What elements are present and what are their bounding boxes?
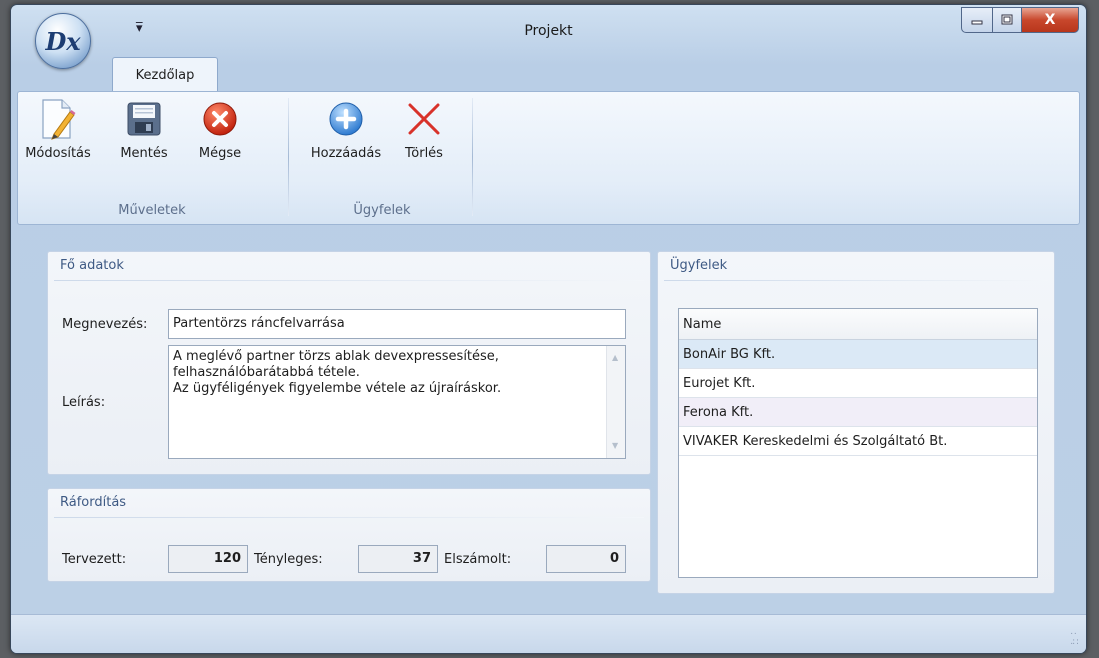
modositas-button[interactable]: Módosítás — [18, 98, 98, 161]
desc-label: Leírás: — [62, 395, 106, 410]
hozzaadas-label: Hozzáadás — [310, 146, 382, 161]
desc-line: felhasználóbarátabbá tétele. — [173, 365, 360, 380]
torles-label: Törlés — [405, 146, 443, 161]
mentes-label: Mentés — [120, 146, 168, 161]
mentes-button[interactable]: Mentés — [98, 98, 190, 161]
table-row[interactable]: Ferona Kft. — [679, 398, 1037, 427]
modositas-label: Módosítás — [25, 146, 91, 161]
desc-line: Az ügyféligények figyelembe vétele az új… — [173, 381, 502, 396]
group-separator — [472, 98, 473, 216]
billed-label: Elszámolt: — [444, 552, 512, 567]
customers-panel: Ügyfelek Name BonAir BG Kft. Eurojet Kft… — [657, 251, 1055, 594]
textarea-scrollbar[interactable]: ▲ ▼ — [606, 346, 625, 458]
content-area: Fő adatok Megnevezés: Partentörzs ráncfe… — [17, 229, 1078, 609]
panel-title: Ügyfelek — [670, 258, 728, 273]
main-data-panel: Fő adatok Megnevezés: Partentörzs ráncfe… — [47, 251, 651, 475]
actual-label: Tényleges: — [254, 552, 323, 567]
billed-value[interactable]: 0 — [546, 545, 626, 573]
close-button[interactable]: X — [1022, 7, 1079, 33]
ribbon-panel: Módosítás Mentés Mégse Műveletek Hozzáad… — [17, 91, 1080, 225]
close-icon: X — [1044, 12, 1056, 28]
name-label: Megnevezés: — [62, 317, 148, 332]
edit-document-icon — [38, 98, 78, 140]
window-controls: X — [961, 7, 1079, 33]
megse-label: Mégse — [198, 146, 242, 161]
customers-grid: Name BonAir BG Kft. Eurojet Kft. Ferona … — [678, 308, 1038, 578]
app-logo: Dx — [45, 26, 81, 56]
actual-value[interactable]: 37 — [358, 545, 438, 573]
maximize-button[interactable] — [993, 7, 1022, 33]
megse-button[interactable]: Mégse — [190, 98, 250, 161]
panel-divider — [54, 280, 644, 281]
ribbon-group-muveletek: Módosítás Mentés Mégse Műveletek — [18, 92, 286, 224]
maximize-icon — [1001, 14, 1013, 25]
planned-value[interactable]: 120 — [168, 545, 248, 573]
add-icon — [326, 98, 366, 140]
save-disk-icon — [124, 98, 164, 140]
window-title: Projekt — [524, 23, 573, 39]
cancel-icon — [200, 98, 240, 140]
name-input[interactable]: Partentörzs ráncfelvarrása — [168, 309, 626, 339]
minimize-button[interactable] — [961, 7, 993, 33]
status-bar: . ..: : — [11, 614, 1086, 653]
delete-icon — [404, 98, 444, 140]
panel-divider — [664, 280, 1048, 281]
description-textarea[interactable]: A meglévő partner törzs ablak devexpress… — [168, 345, 626, 459]
ribbon-tab-row: Kezdőlap — [11, 57, 1086, 92]
group-label-ugyfelek: Ügyfelek — [353, 203, 411, 218]
group-separator — [288, 98, 289, 216]
ribbon-group-ugyfelek: Hozzáadás Törlés Ügyfelek — [292, 92, 472, 224]
scroll-down-icon[interactable]: ▼ — [612, 438, 618, 454]
grid-column-header-name[interactable]: Name — [679, 309, 1037, 340]
resize-grip-icon[interactable]: . ..: : — [1070, 627, 1079, 647]
table-row[interactable]: Eurojet Kft. — [679, 369, 1037, 398]
title-bar[interactable]: Dx ▾̅ Projekt X — [11, 5, 1086, 69]
project-window: Dx ▾̅ Projekt X Kezdőlap Módosítás Menté… — [10, 4, 1087, 654]
panel-title: Ráfordítás — [60, 495, 127, 510]
group-label-muveletek: Műveletek — [118, 203, 186, 218]
torles-button[interactable]: Törlés — [394, 98, 454, 161]
panel-title: Fő adatok — [60, 258, 124, 273]
minimize-icon — [971, 20, 983, 25]
hozzaadas-button[interactable]: Hozzáadás — [298, 98, 394, 161]
table-row[interactable]: BonAir BG Kft. — [679, 340, 1037, 369]
panel-divider — [54, 517, 644, 518]
table-row[interactable]: VIVAKER Kereskedelmi és Szolgáltató Bt. — [679, 427, 1037, 456]
planned-label: Tervezett: — [62, 552, 127, 567]
tab-kezdolap[interactable]: Kezdőlap — [112, 57, 218, 92]
desc-line: A meglévő partner törzs ablak devexpress… — [173, 349, 499, 364]
effort-panel: Ráfordítás Tervezett: 120 Tényleges: 37 … — [47, 488, 651, 582]
scroll-up-icon[interactable]: ▲ — [612, 350, 618, 366]
app-menu-orb[interactable]: Dx — [35, 13, 91, 69]
